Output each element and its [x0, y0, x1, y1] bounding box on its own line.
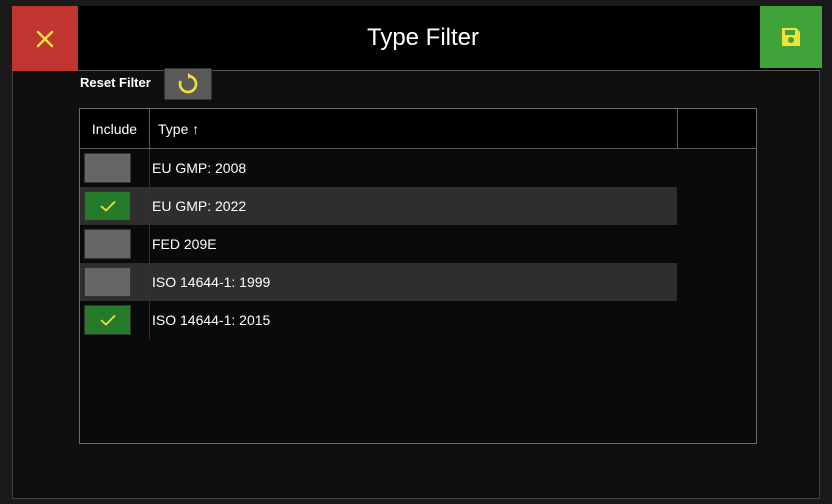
type-name: FED 209E	[152, 236, 217, 252]
close-button[interactable]	[12, 6, 78, 71]
reset-filter-button[interactable]	[164, 68, 212, 100]
page-title: Type Filter	[366, 24, 480, 51]
column-divider	[149, 149, 150, 339]
save-button[interactable]	[760, 6, 822, 68]
checkmark-icon	[99, 314, 116, 326]
table-row[interactable]: ISO 14644-1: 1999	[80, 263, 677, 301]
checkmark-icon	[99, 200, 116, 212]
save-icon	[782, 28, 800, 46]
include-checkbox[interactable]	[84, 305, 131, 335]
type-name: ISO 14644-1: 1999	[152, 274, 271, 290]
include-checkbox[interactable]	[84, 229, 131, 259]
close-icon	[36, 30, 54, 47]
column-header-include[interactable]: Include	[80, 109, 150, 148]
include-checkbox[interactable]	[84, 191, 131, 221]
reset-icon	[178, 73, 198, 94]
include-checkbox[interactable]	[84, 267, 131, 297]
table-row[interactable]: ISO 14644-1: 2015	[80, 301, 677, 339]
type-filter-table: Include Type ↑ EU GMP: 2008 EU GMP: 2022…	[79, 108, 757, 444]
reset-filter-label: Reset Filter	[80, 75, 151, 90]
table-row[interactable]: EU GMP: 2008	[80, 149, 677, 187]
table-row[interactable]: FED 209E	[80, 225, 677, 263]
include-checkbox[interactable]	[84, 153, 131, 183]
type-name: EU GMP: 2022	[152, 198, 247, 214]
table-row[interactable]: EU GMP: 2022	[80, 187, 677, 225]
column-header-type[interactable]: Type ↑	[150, 109, 678, 148]
table-header: Include Type ↑	[80, 109, 756, 149]
type-name: ISO 14644-1: 2015	[152, 312, 271, 328]
type-name: EU GMP: 2008	[152, 160, 247, 176]
